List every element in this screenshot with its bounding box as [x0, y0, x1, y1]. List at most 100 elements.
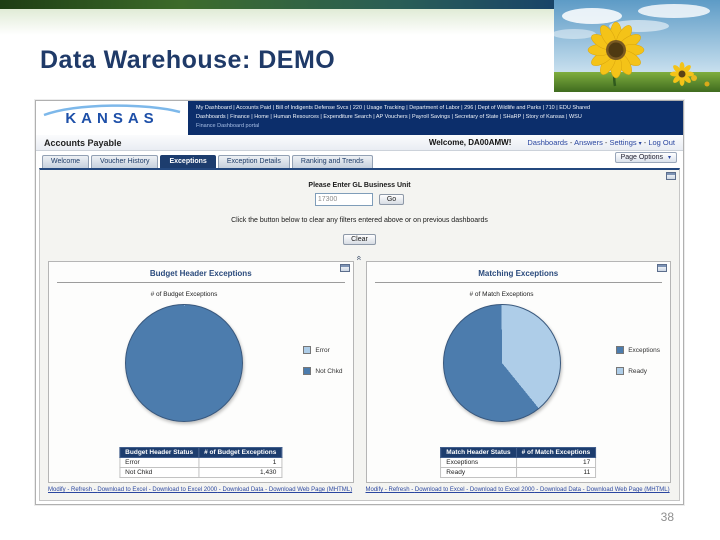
legend-swatch: [303, 367, 312, 375]
link-dashboards[interactable]: Dashboards: [527, 138, 567, 147]
budget-exceptions-table: Budget Header Status # of Budget Excepti…: [119, 447, 283, 478]
chart-title: # of Match Exceptions: [469, 291, 534, 298]
chart-legend: Error Not Chkd: [303, 346, 343, 388]
table-row: Error 1: [119, 457, 283, 468]
link-logout[interactable]: Log Out: [642, 138, 675, 147]
download-webpage-link[interactable]: Download Web Page (MHTML): [264, 487, 353, 493]
legend-item: Ready: [616, 367, 660, 375]
page-options-label: Page Options: [620, 154, 663, 161]
welcome-text: Welcome, DA00AMW!: [428, 138, 512, 147]
header-bar: Accounts Payable Welcome, DA00AMW! Dashb…: [36, 135, 683, 151]
dashboard-title: Accounts Payable: [44, 137, 122, 148]
table-header-cell: Budget Header Status: [119, 447, 200, 458]
table-row: Exceptions 17: [440, 457, 597, 468]
download-excel-link[interactable]: Download to Excel: [410, 487, 465, 493]
budget-panel-column: Budget Header Exceptions # of Budget Exc…: [48, 261, 354, 498]
panel-budget-header-exceptions: Budget Header Exceptions # of Budget Exc…: [48, 261, 354, 483]
table-row: Ready 11: [440, 467, 597, 478]
legend-swatch: [303, 346, 312, 354]
collapse-section-icon[interactable]: «: [354, 255, 364, 260]
gl-filter-section: Please Enter GL Business Unit Go Click t…: [40, 170, 679, 246]
chevron-down-icon: ▾: [667, 155, 671, 161]
dashboard-screenshot: KANSAS My Dashboard | Accounts Paid | Bi…: [35, 100, 684, 505]
match-exceptions-table: Match Header Status # of Match Exception…: [440, 447, 597, 478]
maximize-icon[interactable]: [657, 264, 667, 272]
link-answers[interactable]: Answers: [568, 138, 603, 147]
table-cell: 1: [198, 457, 283, 468]
panel-matching-exceptions: Matching Exceptions # of Match Exception…: [365, 261, 671, 483]
slide-title: Data Warehouse: DEMO: [40, 46, 336, 74]
table-header-row: Budget Header Status # of Budget Excepti…: [119, 447, 283, 458]
sunflower-illustration: [552, 0, 720, 92]
link-settings[interactable]: Settings▾: [603, 138, 642, 147]
global-nav-row-1[interactable]: My Dashboard | Accounts Paid | Bill of I…: [196, 104, 675, 113]
matching-panel-column: Matching Exceptions # of Match Exception…: [365, 261, 672, 498]
global-nav-row-3[interactable]: Finance Dashboard portal: [196, 122, 675, 131]
table-header-cell: # of Budget Exceptions: [198, 447, 283, 458]
pie-chart-match-exceptions: [442, 304, 561, 422]
global-nav: My Dashboard | Accounts Paid | Bill of I…: [188, 101, 683, 135]
table-cell: Ready: [440, 467, 517, 478]
chart-legend: Exceptions Ready: [616, 346, 660, 388]
legend-label: Exceptions: [628, 346, 660, 354]
tab-exceptions[interactable]: Exceptions: [160, 155, 216, 168]
download-excel2000-link[interactable]: Download to Excel 2000: [147, 487, 217, 493]
tab-ranking-and-trends[interactable]: Ranking and Trends: [291, 155, 373, 168]
table-cell: Exceptions: [440, 457, 517, 468]
table-header-row: Match Header Status # of Match Exception…: [440, 447, 597, 458]
slide-page-number: 38: [660, 510, 674, 524]
legend-item: Error: [303, 346, 342, 354]
modify-link[interactable]: Modify: [48, 487, 66, 493]
content-collapse-icon[interactable]: [666, 172, 676, 180]
table-cell: Not Chkd: [119, 467, 200, 478]
presentation-slide: Data Warehouse: DEMO 38 KANSAS My Dashbo…: [0, 0, 720, 540]
clear-button-row: Clear: [40, 228, 679, 246]
panel-title: Matching Exceptions: [478, 269, 559, 278]
divider: [57, 282, 345, 283]
kansas-logo: KANSAS: [36, 101, 188, 135]
go-button[interactable]: Go: [378, 194, 405, 205]
modify-link[interactable]: Modify: [366, 487, 384, 493]
report-links: ModifyRefreshDownload to ExcelDownload t…: [366, 486, 672, 494]
global-nav-row-2[interactable]: Dashboards | Finance | Home | Human Reso…: [196, 113, 675, 122]
page-options-dropdown[interactable]: Page Options ▾: [614, 152, 677, 163]
refresh-link[interactable]: Refresh: [66, 487, 92, 493]
tab-exception-details[interactable]: Exception Details: [217, 155, 290, 168]
tab-voucher-history[interactable]: Voucher History: [91, 155, 159, 168]
clear-instruction-text: Click the button below to clear any filt…: [231, 217, 488, 224]
table-header-cell: # of Match Exceptions: [515, 447, 597, 458]
clear-button[interactable]: Clear: [343, 234, 376, 245]
maximize-icon[interactable]: [339, 264, 350, 272]
download-excel-link[interactable]: Download to Excel: [92, 487, 147, 493]
gl-prompt-label: Please Enter GL Business Unit: [308, 182, 411, 189]
legend-swatch: [616, 346, 625, 354]
report-links: ModifyRefreshDownload to ExcelDownload t…: [48, 486, 354, 494]
table-cell: 17: [515, 457, 597, 468]
download-webpage-link[interactable]: Download Web Page (MHTML): [581, 487, 670, 493]
sunflower-photo: [552, 0, 720, 92]
download-data-link[interactable]: Download Data: [535, 487, 581, 493]
download-data-link[interactable]: Download Data: [217, 487, 263, 493]
tab-welcome[interactable]: Welcome: [42, 155, 90, 168]
gl-business-unit-input[interactable]: [314, 193, 373, 206]
legend-label: Ready: [628, 367, 647, 375]
panel-title: Budget Header Exceptions: [149, 269, 252, 278]
refresh-link[interactable]: Refresh: [383, 487, 409, 493]
table-cell: Error: [119, 457, 200, 468]
chart-title: # of Budget Exceptions: [150, 291, 218, 298]
table-row: Not Chkd 1,430: [119, 467, 283, 478]
table-header-cell: Match Header Status: [440, 447, 517, 458]
pie-chart-budget-exceptions: [125, 304, 243, 422]
gl-input-row: Go: [40, 193, 679, 206]
table-cell: 1,430: [198, 467, 283, 478]
header-links: Dashboards Answers Settings▾ Log Out: [527, 138, 683, 147]
download-excel2000-link[interactable]: Download to Excel 2000: [465, 487, 535, 493]
logo-swoosh: [43, 104, 181, 117]
legend-label: Error: [315, 346, 330, 354]
legend-item: Not Chkd: [303, 367, 343, 375]
legend-swatch: [616, 367, 625, 375]
table-cell: 11: [515, 467, 597, 478]
dashboard-tabs: Welcome Voucher History Exceptions Excep…: [36, 151, 603, 168]
dashboard-content: Please Enter GL Business Unit Go Click t…: [39, 168, 680, 501]
legend-label: Not Chkd: [315, 367, 343, 375]
